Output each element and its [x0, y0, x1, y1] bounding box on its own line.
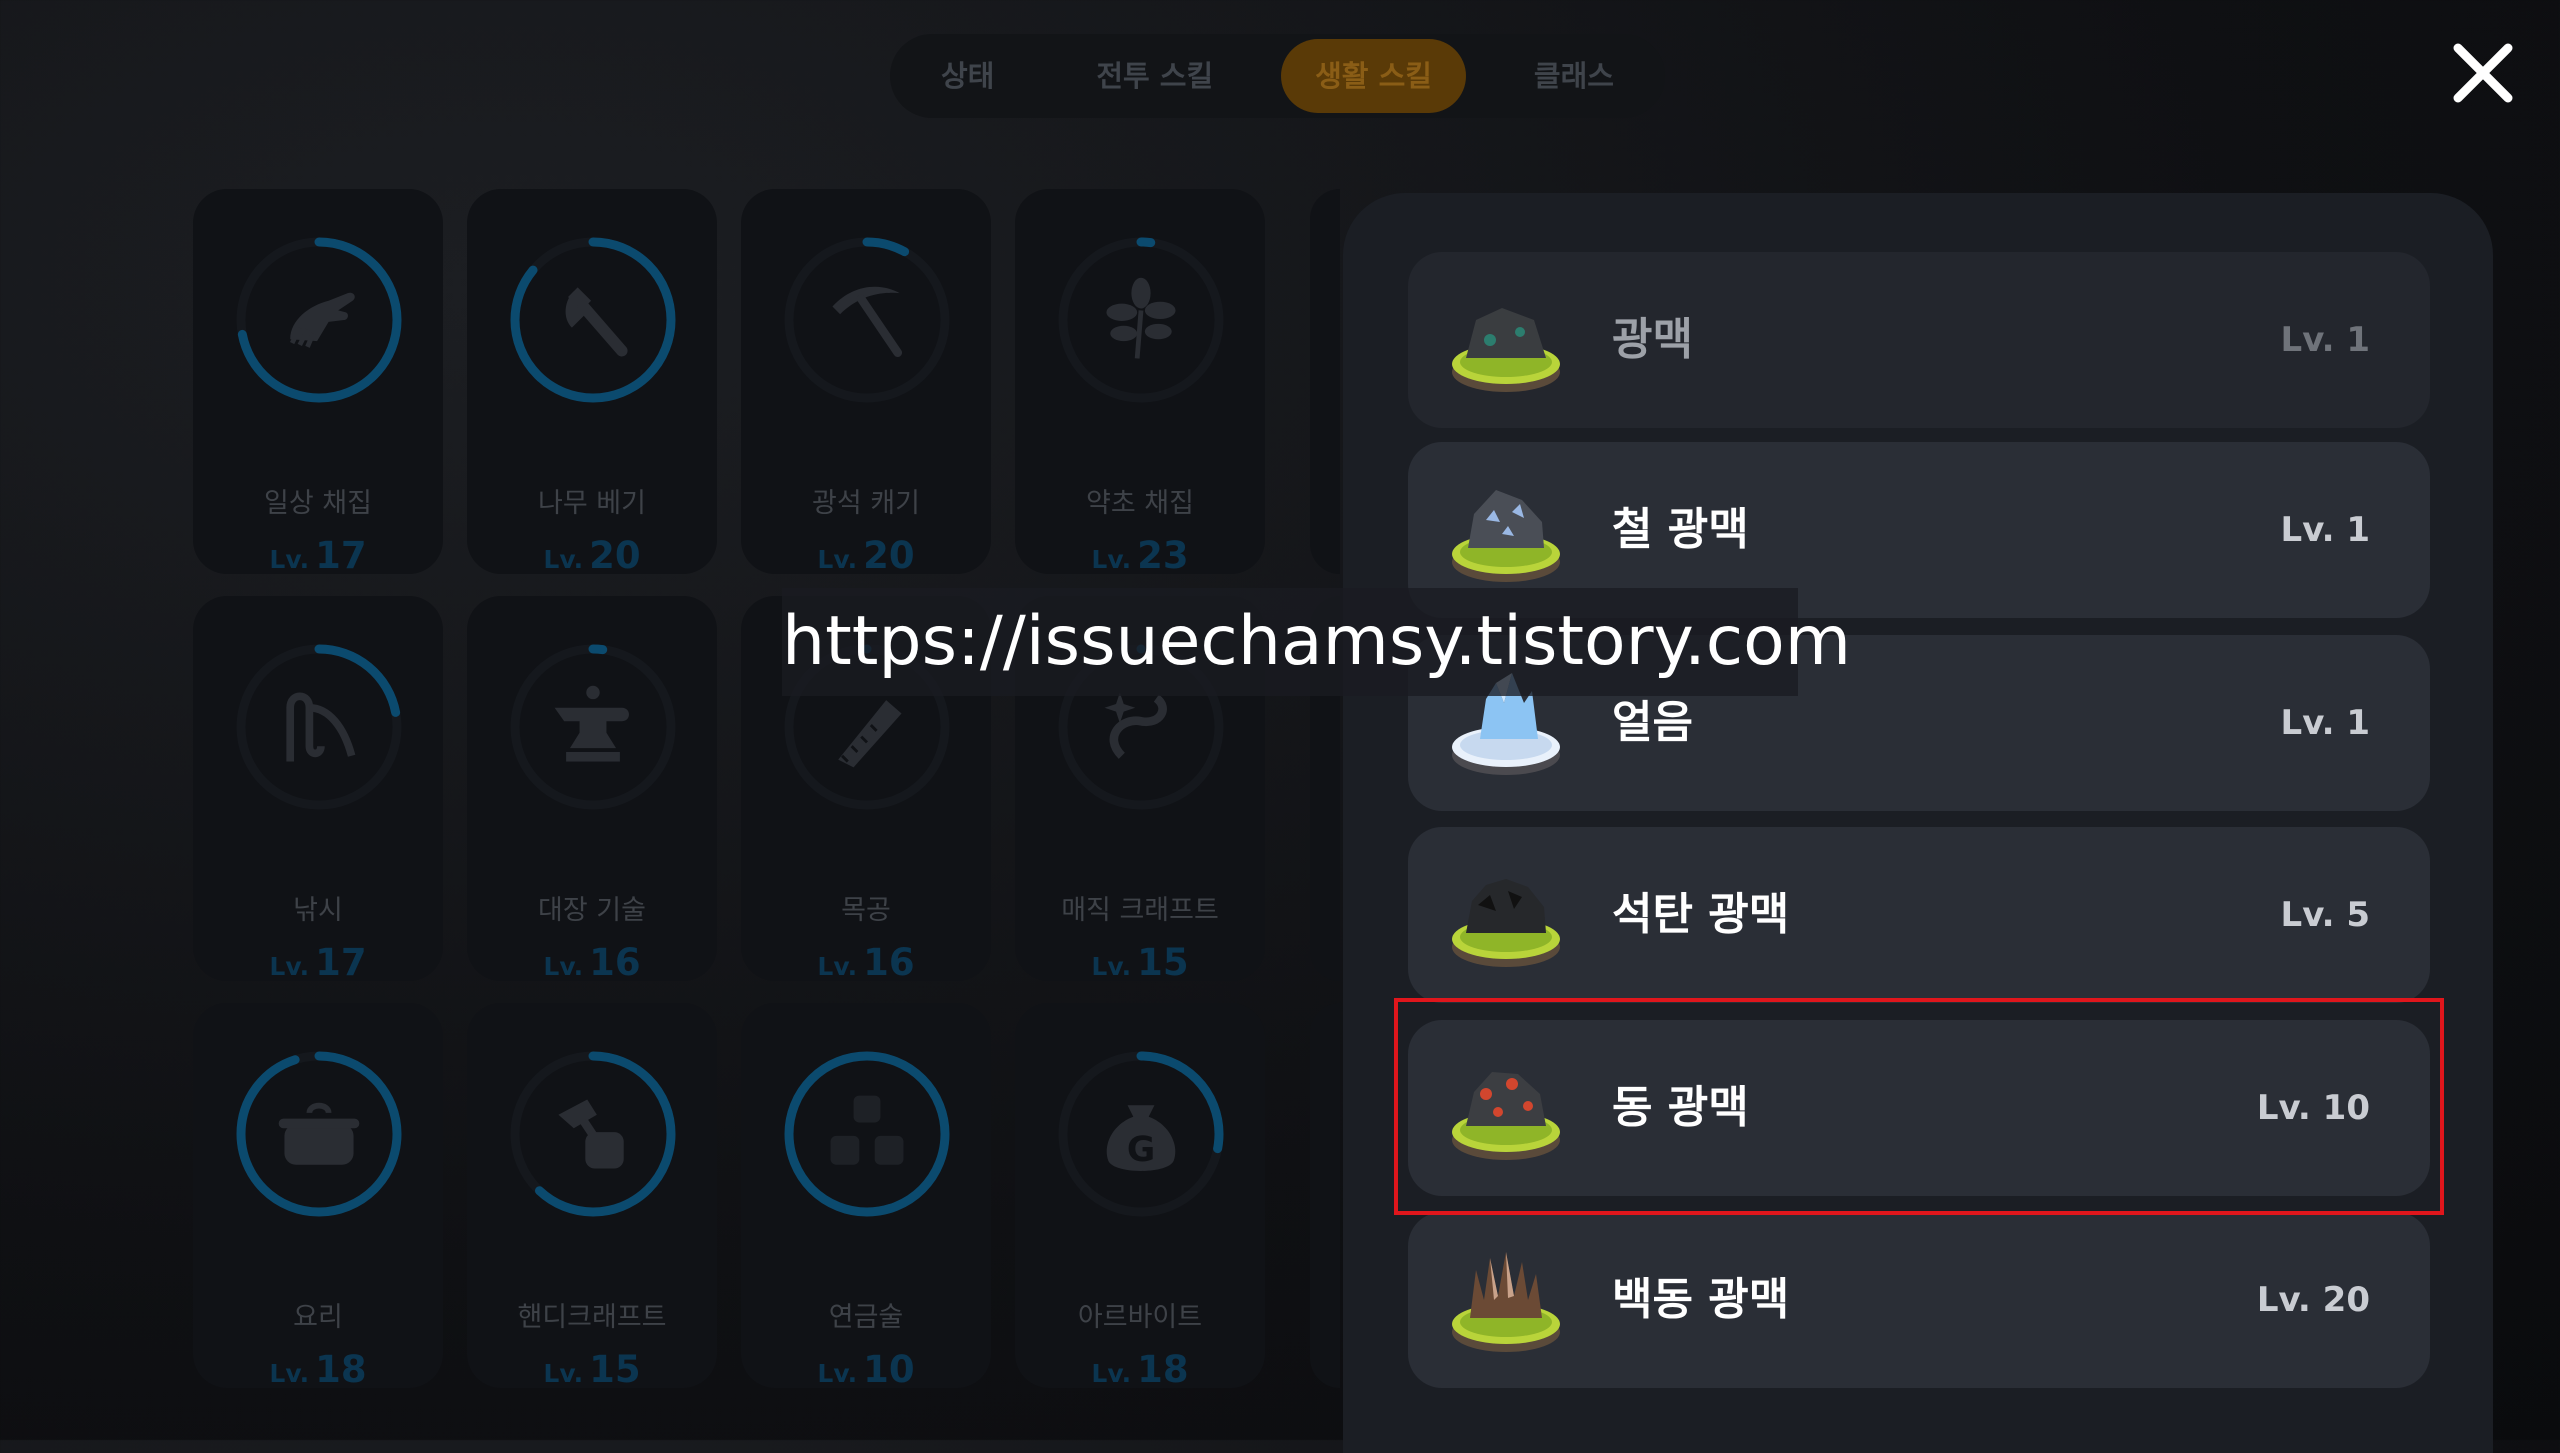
skill-level: Lv. 17: [193, 534, 443, 577]
vein-level: Lv. 1: [2280, 320, 2370, 360]
skill-level-prefix: Lv.: [269, 1359, 310, 1388]
tab-class[interactable]: 클래스: [1500, 39, 1648, 113]
vein-name: 석탄 광맥: [1612, 889, 1790, 940]
vein-level: Lv. 1: [2280, 510, 2370, 550]
skill-name: 대장 기술: [538, 895, 646, 926]
tab-life-skill[interactable]: 생활 스킬: [1281, 39, 1466, 113]
skill-name: 약초 채집: [1086, 488, 1194, 519]
skill-level-value: 17: [315, 941, 367, 984]
skill-name: 연금술: [828, 1302, 904, 1333]
skill-level-prefix: Lv.: [543, 952, 584, 981]
vein-row[interactable]: 광맥 Lv. 1: [1408, 252, 2430, 428]
money-bag-icon: G: [1106, 1105, 1176, 1171]
skill-level: Lv. 20: [741, 534, 991, 577]
hammer-fist-icon: [558, 1099, 624, 1169]
cupronickel-vein-icon: [1452, 1252, 1560, 1352]
skill-level-value: 15: [589, 1348, 641, 1391]
skill-card[interactable]: 일상 채집 Lv. 17: [193, 189, 443, 577]
vein-row[interactable]: 백동 광맥 Lv. 20: [1408, 1212, 2430, 1388]
skill-name: 아르바이트: [1077, 1302, 1203, 1333]
skill-level-prefix: Lv.: [817, 1359, 858, 1388]
skill-level-value: 17: [315, 534, 367, 577]
skill-level-prefix: Lv.: [543, 545, 584, 574]
skill-level: Lv. 17: [193, 941, 443, 984]
skill-name: 매직 크래프트: [1061, 895, 1219, 926]
skill-level-prefix: Lv.: [1091, 1359, 1132, 1388]
skill-card[interactable]: 나무 베기 Lv. 20: [467, 189, 717, 577]
skill-level-prefix: Lv.: [1091, 545, 1132, 574]
skill-level: Lv. 16: [467, 941, 717, 984]
herb-icon: [1106, 277, 1176, 359]
vein-row[interactable]: 석탄 광맥 Lv. 5: [1408, 827, 2430, 1003]
skill-name: 요리: [293, 1302, 343, 1333]
skill-name: 핸디크래프트: [517, 1302, 667, 1333]
skill-card[interactable]: 핸디크래프트 Lv. 15: [467, 1003, 717, 1391]
skill-card[interactable]: 요리 Lv. 18: [193, 1003, 443, 1391]
skill-level: Lv. 23: [1015, 534, 1265, 577]
skill-card[interactable]: 대장 기술 Lv. 16: [467, 596, 717, 984]
skill-level: Lv. 18: [1015, 1348, 1265, 1391]
skill-level-prefix: Lv.: [1091, 952, 1132, 981]
skill-level-value: 20: [863, 534, 915, 577]
hand-gather-icon: [289, 292, 355, 348]
close-icon[interactable]: [2452, 42, 2514, 104]
skill-level: Lv. 10: [741, 1348, 991, 1391]
vein-level: Lv. 5: [2280, 895, 2370, 935]
skill-card[interactable]: G 아르바이트 Lv. 18: [1015, 1003, 1265, 1391]
skill-card[interactable]: 광석 캐기 Lv. 20: [741, 189, 991, 577]
skill-name: 일상 채집: [264, 488, 372, 519]
skill-level-value: 23: [1137, 534, 1189, 577]
skill-name: 낚시: [293, 895, 343, 926]
skill-card[interactable]: 약초 채집 Lv. 23: [1015, 189, 1265, 577]
skill-level-value: 16: [863, 941, 915, 984]
tab-bar: 상태 전투 스킬 생활 스킬 클래스: [890, 34, 1665, 118]
skill-level-value: 15: [1137, 941, 1189, 984]
skill-level-value: 18: [1137, 1348, 1189, 1391]
skill-level-prefix: Lv.: [817, 545, 858, 574]
skill-level: Lv. 20: [467, 534, 717, 577]
vein-level: Lv. 20: [2256, 1280, 2370, 1320]
tab-combat-skill[interactable]: 전투 스킬: [1062, 39, 1247, 113]
selection-highlight: [1394, 998, 2444, 1215]
iron-vein-icon: [1452, 490, 1560, 582]
watermark-text: https://issuechamsy.tistory.com: [782, 588, 1851, 696]
skill-level: Lv. 18: [193, 1348, 443, 1391]
stone-vein-icon: [1452, 308, 1560, 392]
skill-level-prefix: Lv.: [817, 952, 858, 981]
tab-status[interactable]: 상태: [907, 39, 1028, 113]
skill-card-peek: [1310, 189, 1340, 574]
skill-name: 목공: [841, 895, 891, 926]
skill-card-peek: [1310, 1003, 1340, 1388]
cooking-pot-icon: [278, 1102, 360, 1165]
anvil-icon: [554, 685, 629, 762]
skill-level: Lv. 16: [741, 941, 991, 984]
skill-level-value: 20: [589, 534, 641, 577]
skill-card[interactable]: 낚시 Lv. 17: [193, 596, 443, 984]
pickaxe-icon: [832, 286, 903, 357]
axe-icon: [565, 287, 628, 357]
vein-level: Lv. 1: [2280, 703, 2370, 743]
fishing-rod-icon: [286, 692, 356, 762]
alchemy-blocks-icon: [830, 1095, 904, 1165]
skill-level-value: 10: [863, 1348, 915, 1391]
vein-name: 백동 광맥: [1612, 1274, 1790, 1325]
skill-level-value: 16: [589, 941, 641, 984]
skill-level-prefix: Lv.: [543, 1359, 584, 1388]
skill-level: Lv. 15: [467, 1348, 717, 1391]
skill-level-prefix: Lv.: [269, 952, 310, 981]
skill-card[interactable]: 연금술 Lv. 10: [741, 1003, 991, 1391]
coal-vein-icon: [1452, 879, 1560, 967]
svg-text:G: G: [1127, 1130, 1155, 1170]
skill-level-value: 18: [315, 1348, 367, 1391]
skill-name: 나무 베기: [538, 488, 646, 519]
skill-level: Lv. 15: [1015, 941, 1265, 984]
skill-level-prefix: Lv.: [269, 545, 310, 574]
skill-name: 광석 캐기: [812, 488, 920, 519]
vein-name: 광맥: [1612, 314, 1693, 365]
